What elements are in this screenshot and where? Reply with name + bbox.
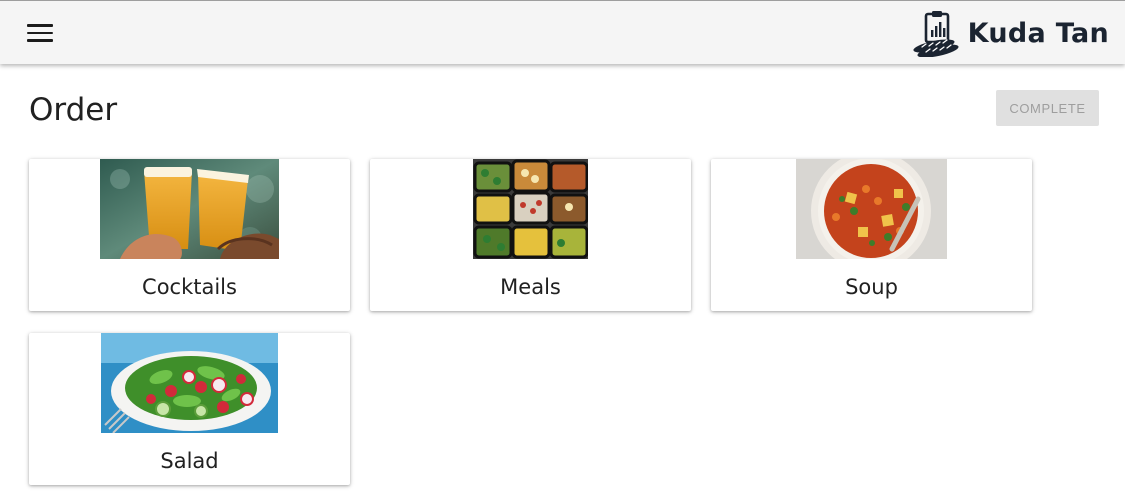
brand[interactable]: Kuda Tan xyxy=(912,9,1109,57)
category-card-meals[interactable]: Meals xyxy=(370,159,691,311)
meal-prep-containers-image xyxy=(473,159,588,259)
vegetable-soup-bowl-image xyxy=(796,159,947,259)
brand-name: Kuda Tan xyxy=(967,17,1109,49)
complete-button[interactable]: COMPLETE xyxy=(996,90,1099,126)
category-label: Soup xyxy=(845,275,898,299)
category-card-salad[interactable]: Salad xyxy=(29,333,350,485)
category-label: Salad xyxy=(160,449,219,473)
hamburger-menu-icon xyxy=(27,24,53,42)
app-bar: Kuda Tan xyxy=(0,0,1125,64)
category-card-soup[interactable]: Soup xyxy=(711,159,1032,311)
page-title: Order xyxy=(29,92,118,128)
category-card-cocktails[interactable]: Cocktails xyxy=(29,159,350,311)
menu-button[interactable] xyxy=(16,13,64,53)
fresh-salad-plate-image xyxy=(101,333,278,433)
two-beer-glasses-toast-image xyxy=(100,159,279,259)
category-label: Cocktails xyxy=(142,275,237,299)
clipboard-chart-bread-logo xyxy=(913,11,959,57)
category-label: Meals xyxy=(500,275,561,299)
